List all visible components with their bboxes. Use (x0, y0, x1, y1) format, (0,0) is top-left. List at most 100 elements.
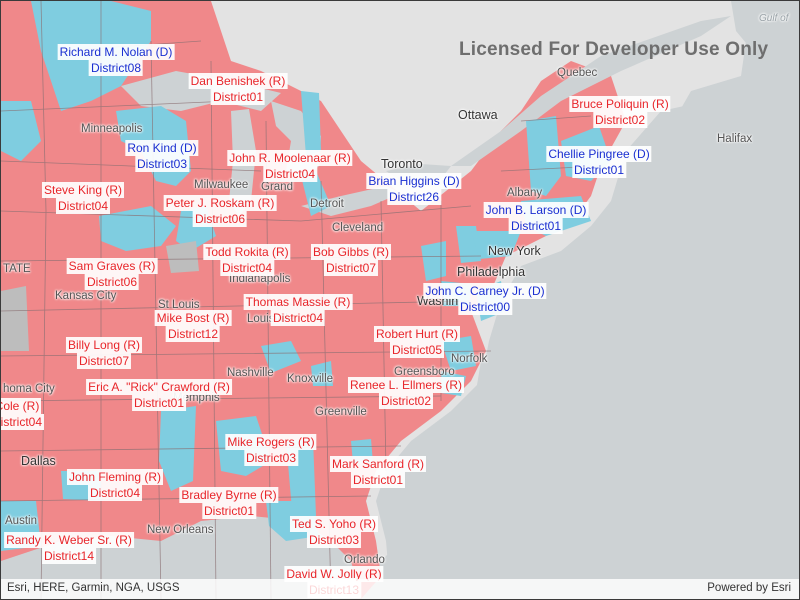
representative-name: Mark Sanford (R) (329, 456, 427, 472)
place-label-okcity: homa City (3, 383, 55, 395)
district-number: District02 (592, 112, 647, 128)
representative-name: Bradley Byrne (R) (179, 487, 279, 503)
place-label-toronto: Toronto (381, 157, 423, 171)
district-number: District12 (165, 326, 220, 342)
district-label[interactable]: Ron Kind (D) District03 (125, 140, 199, 172)
developer-watermark: Licensed For Developer Use Only (459, 39, 769, 60)
place-label-minneapolis: Minneapolis (81, 123, 143, 135)
representative-name: Cole (R) (1, 398, 42, 414)
representative-name: Renee L. Ellmers (R) (347, 377, 465, 393)
district-number: District01 (210, 89, 265, 105)
representative-name: Mike Rogers (R) (225, 434, 317, 450)
representative-name: Brian Higgins (D) (366, 173, 462, 189)
district-number: District08 (88, 60, 144, 76)
district-number: District03 (243, 450, 299, 466)
district-number: District03 (306, 532, 361, 548)
district-number: District04 (87, 485, 142, 501)
district-label[interactable]: Robert Hurt (R) District05 (373, 326, 461, 358)
attribution-bar: Esri, HERE, Garmin, NGA, USGS Powered by… (1, 579, 799, 599)
district-number: District07 (76, 353, 131, 369)
representative-name: Chellie Pingree (D) (546, 146, 652, 162)
district-label[interactable]: John B. Larson (D) District01 (483, 202, 589, 234)
place-label-grand: Grand (261, 181, 293, 193)
representative-name: Sam Graves (R) (66, 258, 158, 274)
district-label[interactable]: Todd Rokita (R) District04 (203, 244, 291, 276)
district-label[interactable]: Bruce Poliquin (R) District02 (569, 96, 671, 128)
district-label[interactable]: Mike Bost (R) District12 (154, 310, 232, 342)
representative-name: Bob Gibbs (R) (310, 244, 392, 260)
place-label-neworleans: New Orleans (147, 524, 214, 536)
place-label-albany: Albany (507, 187, 543, 199)
place-label-philadelphia: Philadelphia (457, 265, 526, 279)
representative-name: Todd Rokita (R) (203, 244, 291, 260)
basemap (1, 1, 799, 599)
district-label[interactable]: Peter J. Roskam (R) District06 (163, 195, 277, 227)
district-number: District04 (55, 198, 110, 214)
place-label-halifax: Halifax (717, 133, 753, 145)
district-label[interactable]: Richard M. Nolan (D) District08 (57, 44, 175, 76)
representative-name: Richard M. Nolan (D) (57, 44, 175, 60)
place-label-dallas: Dallas (21, 454, 56, 468)
attribution-text: Esri, HERE, Garmin, NGA, USGS (7, 582, 180, 594)
place-label-knoxville: Knoxville (287, 373, 334, 385)
representative-name: John C. Carney Jr. (D) (423, 283, 547, 299)
district-number: District00 (457, 299, 512, 315)
district-label[interactable]: John R. Moolenaar (R) District04 (227, 150, 353, 182)
district-number: District04 (262, 166, 318, 182)
district-label[interactable]: Billy Long (R) District07 (65, 337, 143, 369)
district-label[interactable]: Steve King (R) District04 (41, 182, 125, 214)
district-label[interactable]: Brian Higgins (D) District26 (366, 173, 462, 205)
representative-name: Randy K. Weber Sr. (R) (4, 532, 134, 548)
representative-name: Ron Kind (D) (125, 140, 199, 156)
representative-name: Thomas Massie (R) (243, 294, 353, 310)
place-label-gulf: Gulf of (759, 13, 789, 24)
district-label[interactable]: Bradley Byrne (R) District01 (179, 487, 279, 519)
place-label-state: TATE (3, 263, 31, 275)
powered-by-esri-link[interactable]: Powered by Esri (707, 582, 791, 594)
district-number: District01 (350, 472, 405, 488)
representative-name: Steve King (R) (41, 182, 125, 198)
district-number: District07 (323, 260, 378, 276)
place-label-orlando: Orlando (344, 554, 385, 566)
district-label[interactable]: Mike Rogers (R) District03 (225, 434, 317, 466)
district-label[interactable]: Dan Benishek (R) District01 (188, 73, 288, 105)
district-label[interactable]: Renee L. Ellmers (R) District02 (347, 377, 465, 409)
district-number: District05 (389, 342, 445, 358)
map-view[interactable]: Licensed For Developer Use Only Gulf of Q… (0, 0, 800, 600)
district-number: District06 (192, 211, 247, 227)
representative-name: Mike Bost (R) (154, 310, 232, 326)
place-label-kansascity: Kansas City (55, 290, 117, 302)
district-number: District26 (386, 189, 442, 205)
district-number: District01 (571, 162, 626, 178)
representative-name: John R. Moolenaar (R) (227, 150, 353, 166)
district-label[interactable]: Thomas Massie (R) District04 (243, 294, 353, 326)
district-number: District04 (270, 310, 325, 326)
district-number: District03 (134, 156, 190, 172)
district-number: District14 (41, 548, 97, 564)
representative-name: Eric A. "Rick" Crawford (R) (86, 379, 232, 395)
district-label[interactable]: John Fleming (R) District04 (66, 469, 164, 501)
place-label-cleveland: Cleveland (332, 222, 384, 234)
district-label[interactable]: Sam Graves (R) District06 (66, 258, 158, 290)
representative-name: Bruce Poliquin (R) (569, 96, 671, 112)
district-number: District01 (201, 503, 256, 519)
place-label-nashville: Nashville (227, 367, 274, 379)
district-label[interactable]: Mark Sanford (R) District01 (329, 456, 427, 488)
place-label-austin: Austin (5, 515, 37, 527)
representative-name: Dan Benishek (R) (188, 73, 288, 89)
district-number: District06 (84, 274, 139, 290)
representative-name: John B. Larson (D) (483, 202, 589, 218)
district-label[interactable]: Eric A. "Rick" Crawford (R) District01 (86, 379, 232, 411)
district-label[interactable]: Cole (R)District04 (1, 398, 45, 430)
place-label-ottawa: Ottawa (458, 108, 498, 122)
district-label[interactable]: Randy K. Weber Sr. (R) District14 (4, 532, 134, 564)
representative-name: Peter J. Roskam (R) (163, 195, 277, 211)
district-number: District04 (1, 414, 45, 430)
district-label[interactable]: John C. Carney Jr. (D) District00 (423, 283, 547, 315)
district-label[interactable]: Bob Gibbs (R) District07 (310, 244, 392, 276)
district-label[interactable]: Chellie Pingree (D) District01 (546, 146, 652, 178)
district-number: District01 (508, 218, 563, 234)
district-label[interactable]: Ted S. Yoho (R) District03 (289, 516, 379, 548)
place-label-quebec: Quebec (557, 67, 598, 79)
place-label-detroit: Detroit (310, 198, 344, 210)
